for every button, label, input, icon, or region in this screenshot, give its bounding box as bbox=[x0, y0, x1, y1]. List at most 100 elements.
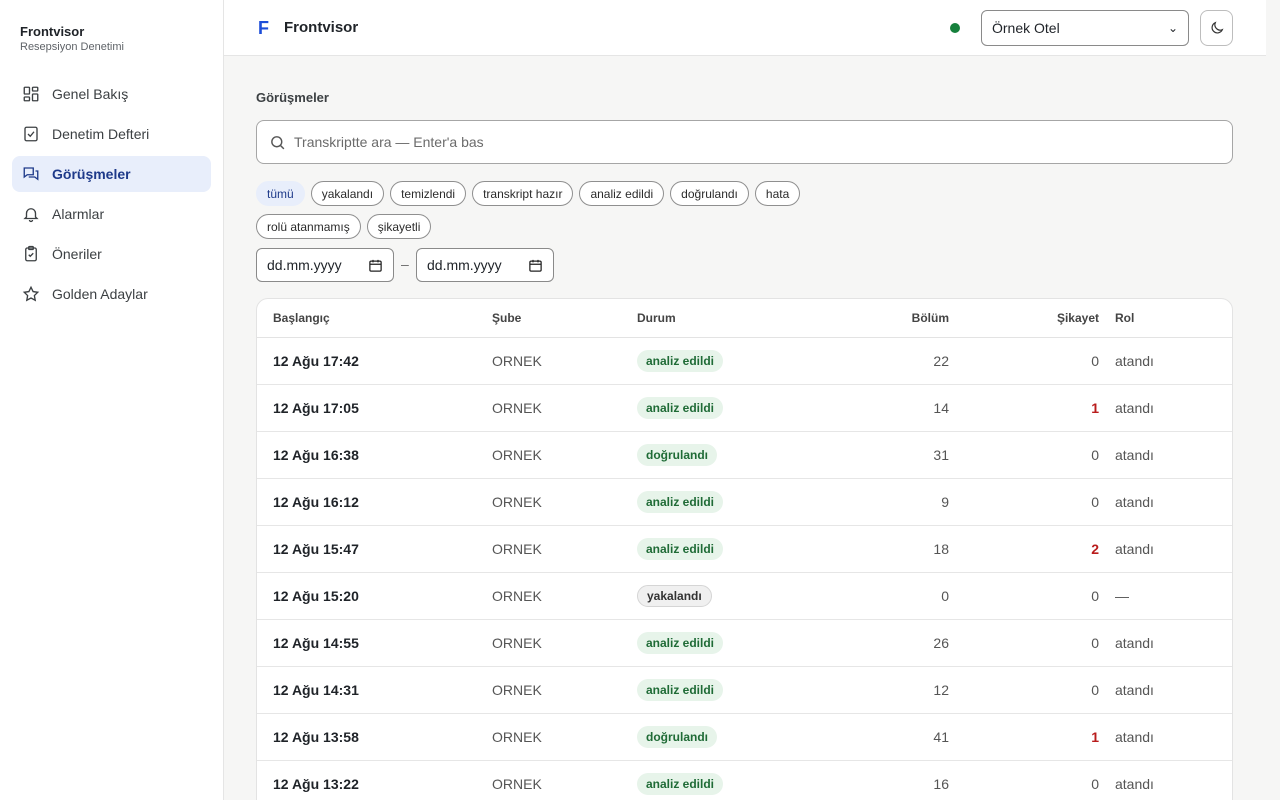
column-header-sections[interactable]: Bölüm bbox=[837, 299, 949, 338]
table-header-row: Başlangıç Şube Durum Bölüm Şikayet Rol bbox=[257, 299, 1232, 338]
column-header-start[interactable]: Başlangıç bbox=[257, 299, 492, 338]
cell-complaints: 0 bbox=[949, 666, 1099, 714]
brand-subtitle: Resepsiyon Denetimi bbox=[20, 41, 124, 53]
sidebar-item-label: Görüşmeler bbox=[52, 166, 131, 182]
cell-status: analiz edildi bbox=[637, 760, 837, 800]
cell-role: atandı bbox=[1099, 478, 1232, 526]
sidebar-item-label: Genel Bakış bbox=[52, 86, 129, 102]
table-row[interactable]: 12 Ağu 14:55 ORNEK analiz edildi 26 0 atandı bbox=[257, 619, 1232, 667]
cell-complaints: 0 bbox=[949, 760, 1099, 800]
sidebar-item-oneriler[interactable]: Öneriler bbox=[12, 236, 211, 272]
filter-chip-hata[interactable]: hata bbox=[754, 181, 801, 206]
checkbook-icon bbox=[24, 126, 38, 142]
table-row[interactable]: 12 Ağu 13:22 ORNEK analiz edildi 16 0 atandı bbox=[257, 760, 1232, 800]
table-row[interactable]: 12 Ağu 15:47 ORNEK analiz edildi 18 2 atandı bbox=[257, 525, 1232, 573]
date-separator: – bbox=[401, 256, 409, 272]
cell-branch: ORNEK bbox=[492, 431, 637, 479]
cell-role: atandı bbox=[1099, 431, 1232, 479]
sidebar-item-gorusmeler[interactable]: Görüşmeler bbox=[12, 156, 211, 192]
calendar-icon bbox=[529, 259, 542, 272]
cell-status: analiz edildi bbox=[637, 337, 837, 385]
filter-chip-rolu-atanmamis[interactable]: rolü atanmamış bbox=[256, 214, 361, 239]
cell-branch: ORNEK bbox=[492, 525, 637, 573]
star-icon bbox=[22, 285, 40, 302]
table-row[interactable]: 12 Ağu 16:38 ORNEK doğrulandı 31 0 atandı bbox=[257, 431, 1232, 479]
cell-start: 12 Ağu 14:31 bbox=[257, 666, 492, 714]
status-badge: analiz edildi bbox=[637, 396, 724, 419]
hotel-select[interactable]: Örnek Otel ⌄ bbox=[981, 10, 1189, 46]
sidebar-item-golden-adaylar[interactable]: Golden Adaylar bbox=[12, 276, 211, 312]
cell-sections: 41 bbox=[837, 713, 949, 761]
page-title: Görüşmeler bbox=[256, 90, 329, 105]
brand-title: Frontvisor bbox=[20, 24, 85, 39]
column-header-role[interactable]: Rol bbox=[1099, 299, 1232, 338]
column-header-complaints[interactable]: Şikayet bbox=[949, 299, 1099, 338]
table-row[interactable]: 12 Ağu 15:20 ORNEK yakalandı 0 0— bbox=[257, 572, 1232, 620]
filter-chip-transkript-hazir[interactable]: transkript hazır bbox=[472, 181, 574, 206]
sidebar-item-genel-bakis[interactable]: Genel Bakış bbox=[12, 76, 211, 112]
sidebar-item-label: Öneriler bbox=[52, 246, 102, 262]
filter-chip-temizlendi[interactable]: temizlendi bbox=[390, 181, 467, 206]
status-badge: analiz edildi bbox=[637, 349, 724, 372]
filter-chip-yakalandi[interactable]: yakalandı bbox=[310, 181, 385, 206]
cell-sections: 18 bbox=[837, 525, 949, 573]
cell-branch: ORNEK bbox=[492, 337, 637, 385]
cell-status: analiz edildi bbox=[637, 525, 837, 573]
search-icon bbox=[271, 135, 285, 149]
search-input[interactable] bbox=[294, 134, 1232, 150]
date-from-placeholder: dd.mm.yyyy bbox=[267, 257, 342, 273]
date-to-placeholder: dd.mm.yyyy bbox=[427, 257, 502, 273]
app-name: Frontvisor bbox=[284, 19, 359, 36]
cell-start: 12 Ağu 15:20 bbox=[257, 572, 492, 620]
table-row[interactable]: 12 Ağu 17:42 ORNEK analiz edildi 22 0 atandı bbox=[257, 337, 1232, 385]
hotel-select-value: Örnek Otel bbox=[992, 20, 1060, 36]
sidebar-item-label: Golden Adaylar bbox=[52, 286, 148, 302]
table-row[interactable]: 12 Ağu 13:58 ORNEK doğrulandı 41 1 atandı bbox=[257, 713, 1232, 761]
cell-branch: ORNEK bbox=[492, 760, 637, 800]
cell-complaints: 0 bbox=[949, 431, 1099, 479]
status-badge: doğrulandı bbox=[637, 443, 717, 466]
cell-complaints: 0 bbox=[949, 619, 1099, 667]
cell-role: atandı bbox=[1099, 337, 1232, 385]
filter-chip-dogrulandi[interactable]: doğrulandı bbox=[670, 181, 749, 206]
cell-status: analiz edildi bbox=[637, 666, 837, 714]
conversations-table: Başlangıç Şube Durum Bölüm Şikayet Rol 1… bbox=[256, 298, 1233, 800]
filter-chip-sikayetli[interactable]: şikayetli bbox=[366, 214, 432, 239]
table-row[interactable]: 12 Ağu 17:05 ORNEK analiz edildi 14 1 atandı bbox=[257, 384, 1232, 432]
sidebar-nav: Genel Bakış Denetim Defteri Görüşmeler A… bbox=[12, 76, 211, 316]
cell-sections: 22 bbox=[837, 337, 949, 385]
table-row[interactable]: 12 Ağu 14:31 ORNEK analiz edildi 12 0 atandı bbox=[257, 666, 1232, 714]
date-to-input[interactable]: dd.mm.yyyy bbox=[416, 248, 554, 282]
cell-complaints: 0 bbox=[949, 478, 1099, 526]
cell-role: atandı bbox=[1099, 384, 1232, 432]
cell-start: 12 Ağu 15:47 bbox=[257, 525, 492, 573]
cell-start: 12 Ağu 16:38 bbox=[257, 431, 492, 479]
cell-status: analiz edildi bbox=[637, 478, 837, 526]
sidebar-item-label: Alarmlar bbox=[52, 206, 105, 222]
cell-complaints: 0 bbox=[949, 337, 1099, 385]
cell-complaints: 2 bbox=[949, 525, 1099, 573]
status-filters: tümü yakalandı temizlendi transkript haz… bbox=[256, 181, 816, 239]
cell-sections: 26 bbox=[837, 619, 949, 667]
date-from-input[interactable]: dd.mm.yyyy bbox=[256, 248, 394, 282]
theme-toggle-button[interactable] bbox=[1200, 10, 1233, 46]
column-header-status[interactable]: Durum bbox=[637, 299, 837, 338]
cell-status: yakalandı bbox=[637, 572, 837, 620]
chat-icon bbox=[23, 167, 39, 181]
filter-chip-tumu[interactable]: tümü bbox=[256, 181, 305, 206]
top-header: F Frontvisor Örnek Otel ⌄ bbox=[224, 0, 1266, 56]
dashboard-icon bbox=[23, 86, 39, 102]
filter-chip-analiz-edildi[interactable]: analiz edildi bbox=[579, 181, 665, 206]
search-box bbox=[256, 120, 1233, 164]
cell-start: 12 Ağu 14:55 bbox=[257, 619, 492, 667]
column-header-branch[interactable]: Şube bbox=[492, 299, 637, 338]
cell-start: 12 Ağu 17:05 bbox=[257, 384, 492, 432]
status-badge: analiz edildi bbox=[637, 678, 724, 701]
cell-sections: 16 bbox=[837, 760, 949, 800]
status-badge: yakalandı bbox=[637, 584, 712, 607]
sidebar-item-alarmlar[interactable]: Alarmlar bbox=[12, 196, 211, 232]
cell-complaints: 1 bbox=[949, 384, 1099, 432]
sidebar-item-denetim-defteri[interactable]: Denetim Defteri bbox=[12, 116, 211, 152]
table-row[interactable]: 12 Ağu 16:12 ORNEK analiz edildi 9 0 atandı bbox=[257, 478, 1232, 526]
cell-status: doğrulandı bbox=[637, 431, 837, 479]
